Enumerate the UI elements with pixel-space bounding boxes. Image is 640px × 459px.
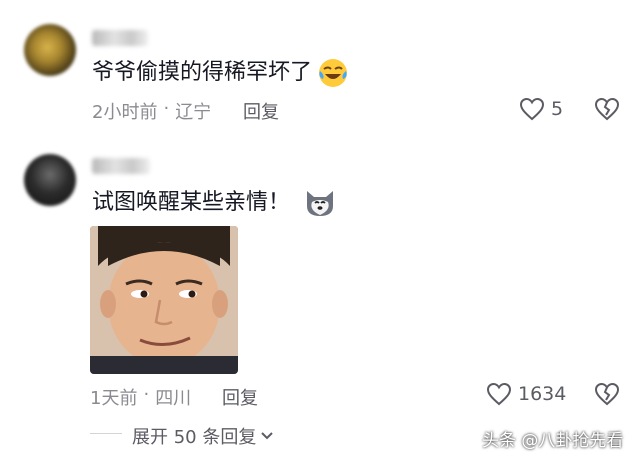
dislike-button[interactable]	[594, 382, 620, 410]
comment-location: 辽宁	[175, 102, 212, 123]
reply-button[interactable]: 回复	[243, 98, 279, 124]
meta-separator: ·	[163, 98, 170, 119]
meme-image[interactable]	[90, 226, 238, 374]
smirking-man-meme-icon	[90, 226, 238, 374]
reply-button[interactable]: 回复	[222, 384, 258, 410]
expand-replies-button[interactable]: 展开 50 条回复	[132, 423, 274, 449]
chevron-down-icon	[261, 432, 274, 440]
like-count: 1634	[518, 383, 567, 405]
comment-body: 试图唤醒某些亲情！	[92, 188, 336, 218]
avatar[interactable]	[24, 24, 76, 76]
heart-outline-icon	[519, 97, 545, 121]
comment-text: 试图唤醒某些亲情！	[92, 190, 291, 215]
like-button[interactable]: 5	[519, 97, 563, 121]
watermark: 头条 @八卦抢先看	[482, 431, 624, 451]
username-blurred[interactable]	[92, 30, 148, 46]
avatar[interactable]	[24, 154, 76, 206]
comment-time: 1天前	[90, 388, 138, 409]
comment-time: 2小时前	[92, 102, 158, 123]
expand-replies-label: 展开 50 条回复	[132, 427, 257, 448]
comment-location: 四川	[155, 388, 192, 409]
expand-divider	[90, 433, 122, 434]
comment-text: 爷爷偷摸的得稀罕坏了	[92, 60, 313, 85]
like-count: 5	[551, 98, 564, 120]
dislike-button[interactable]	[594, 97, 620, 125]
husky-dog-emoji-icon	[307, 191, 334, 216]
comment-meta: 2小时前 · 辽宁	[92, 98, 211, 124]
username-blurred[interactable]	[92, 158, 150, 174]
heart-outline-icon	[486, 382, 512, 406]
broken-heart-icon	[594, 382, 620, 406]
like-button[interactable]: 1634	[486, 382, 566, 406]
comment-body: 爷爷偷摸的得稀罕坏了	[92, 58, 348, 88]
laughing-crying-emoji-icon	[319, 59, 348, 87]
comment-meta: 1天前 · 四川	[90, 384, 191, 410]
broken-heart-icon	[594, 97, 620, 121]
meta-separator: ·	[143, 384, 150, 405]
